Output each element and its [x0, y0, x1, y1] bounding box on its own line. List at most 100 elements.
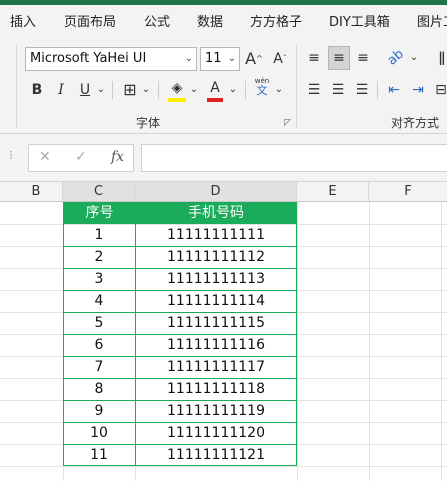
align-middle-icon[interactable]: ≡ [328, 46, 350, 70]
table-cell-phone[interactable]: 11111111118 [135, 378, 297, 400]
underline-button[interactable]: U [76, 79, 94, 101]
chevron-down-icon[interactable]: ⌄ [273, 79, 285, 101]
enter-icon[interactable]: ✓ [75, 149, 87, 165]
orientation-button[interactable]: ab [384, 47, 408, 69]
divider [112, 81, 113, 99]
increase-indent-icon[interactable]: ⇥ [408, 79, 428, 101]
font-color-swatch [207, 98, 223, 102]
chevron-down-icon[interactable]: ⌄ [227, 79, 239, 101]
italic-button[interactable]: I [52, 79, 70, 101]
table-cell-phone[interactable]: 11111111115 [135, 312, 297, 334]
table-cell-index[interactable]: 9 [63, 400, 135, 422]
table-cell-phone[interactable]: 11111111111 [135, 224, 297, 246]
table-cell-index[interactable]: 7 [63, 356, 135, 378]
decrease-indent-icon[interactable]: ⇤ [384, 79, 404, 101]
ribbon: Microsoft YaHei UI ⌄ 11 ⌄ A^ Aˇ B I U ⌄ … [0, 38, 447, 134]
tab-data[interactable]: 数据 [197, 11, 223, 30]
table-cell-index[interactable]: 2 [63, 246, 135, 268]
align-right-icon[interactable]: ☰ [352, 79, 372, 101]
align-top-icon[interactable]: ≡ [304, 47, 324, 69]
group-separator [296, 44, 297, 128]
table-cell-index[interactable]: 10 [63, 422, 135, 444]
text-orientation-icon: ab [384, 46, 407, 69]
gridline [441, 202, 442, 481]
table-cell-index[interactable]: 6 [63, 334, 135, 356]
decrease-font-size-button[interactable]: Aˇ [270, 48, 290, 70]
wrap-text-icon[interactable]: ǁ [436, 47, 447, 69]
up-caret-icon: ^ [256, 54, 263, 63]
decrease-font-icon: A [273, 51, 283, 67]
chevron-down-icon[interactable]: ⌄ [188, 79, 200, 101]
column-header-F[interactable]: F [369, 182, 447, 202]
insert-function-icon[interactable]: fx [111, 149, 124, 165]
formula-bar: ⁝ ✕ ✓ fx [0, 134, 447, 182]
align-bottom-icon[interactable]: ≡ [353, 47, 373, 69]
column-header-C[interactable]: C [63, 182, 135, 202]
table-cell-phone[interactable]: 11111111121 [135, 444, 297, 466]
formula-input[interactable] [141, 144, 447, 172]
chevron-down-icon[interactable]: ⌄ [140, 79, 152, 101]
ribbon-tab-bar: 插入 页面布局 公式 数据 方方格子 DIY工具箱 图片工 [0, 0, 447, 38]
align-left-icon[interactable]: ☰ [304, 79, 324, 101]
table-cell-index[interactable]: 4 [63, 290, 135, 312]
table-divider [63, 378, 297, 379]
fill-color-button[interactable]: ◈ [166, 77, 188, 102]
chevron-down-icon[interactable]: ⌄ [95, 79, 107, 101]
font-family-select[interactable]: Microsoft YaHei UI ⌄ [25, 47, 197, 71]
align-center-icon[interactable]: ☰ [328, 79, 348, 101]
table-cell-index[interactable]: 11 [63, 444, 135, 466]
table-cell-phone[interactable]: 11111111119 [135, 400, 297, 422]
group-separator [16, 44, 17, 128]
column-header-E[interactable]: E [297, 182, 369, 202]
down-caret-icon: ˇ [282, 54, 287, 63]
font-color-letter-icon: A [210, 80, 220, 96]
column-header-D[interactable]: D [135, 182, 297, 202]
table-cell-phone[interactable]: 11111111117 [135, 356, 297, 378]
divider [158, 81, 159, 99]
cancel-icon[interactable]: ✕ [39, 149, 51, 165]
table-cell-phone[interactable]: 11111111120 [135, 422, 297, 444]
merge-center-icon[interactable]: ⊟ [434, 79, 447, 101]
tab-page-layout[interactable]: 页面布局 [64, 11, 116, 30]
table-cell-index[interactable]: 8 [63, 378, 135, 400]
chevron-down-icon[interactable]: ⌄ [408, 47, 420, 69]
increase-font-icon: A [245, 49, 257, 68]
table-cell-index[interactable]: 1 [63, 224, 135, 246]
tab-formulas[interactable]: 公式 [144, 11, 170, 30]
divider [377, 81, 378, 99]
phonetic-icon: 文 [256, 84, 268, 97]
drag-handle-icon[interactable]: ⁝ [9, 148, 13, 162]
table-cell-index[interactable]: 5 [63, 312, 135, 334]
table-divider [63, 312, 297, 313]
table-divider [63, 268, 297, 269]
dialog-launcher-icon[interactable]: ◸ [284, 118, 291, 128]
formula-buttons: ✕ ✓ fx [28, 144, 134, 172]
table-cell-phone[interactable]: 11111111113 [135, 268, 297, 290]
table-cell-phone[interactable]: 11111111114 [135, 290, 297, 312]
table-cell-index[interactable]: 3 [63, 268, 135, 290]
font-color-button[interactable]: A [205, 77, 225, 102]
font-family-value: Microsoft YaHei UI [30, 51, 147, 66]
table-cell-phone[interactable]: 11111111116 [135, 334, 297, 356]
table-header-index[interactable]: 序号 [63, 202, 136, 224]
chevron-down-icon: ⌄ [227, 53, 236, 64]
tab-diy-toolbox[interactable]: DIY工具箱 [329, 11, 390, 30]
bold-button[interactable]: B [28, 79, 46, 101]
chevron-down-icon: ⌄ [184, 53, 193, 64]
table-cell-phone[interactable]: 11111111112 [135, 246, 297, 268]
borders-icon[interactable]: ⊞ [120, 79, 140, 101]
table-divider [63, 246, 297, 247]
font-size-select[interactable]: 11 ⌄ [200, 47, 240, 71]
table-divider [63, 422, 297, 423]
title-accent-strip [0, 0, 447, 5]
gridline [369, 202, 370, 481]
increase-font-size-button[interactable]: A^ [244, 48, 264, 70]
column-header-B[interactable]: B [0, 182, 63, 202]
paint-bucket-icon: ◈ [171, 80, 183, 96]
tab-insert[interactable]: 插入 [10, 11, 36, 30]
tab-picture-tools[interactable]: 图片工 [417, 11, 447, 30]
table-divider [63, 334, 297, 335]
tab-fangfanggezi[interactable]: 方方格子 [250, 11, 302, 30]
table-header-phone[interactable]: 手机号码 [135, 202, 297, 224]
phonetic-guide-button[interactable]: wén 文 [251, 76, 273, 102]
